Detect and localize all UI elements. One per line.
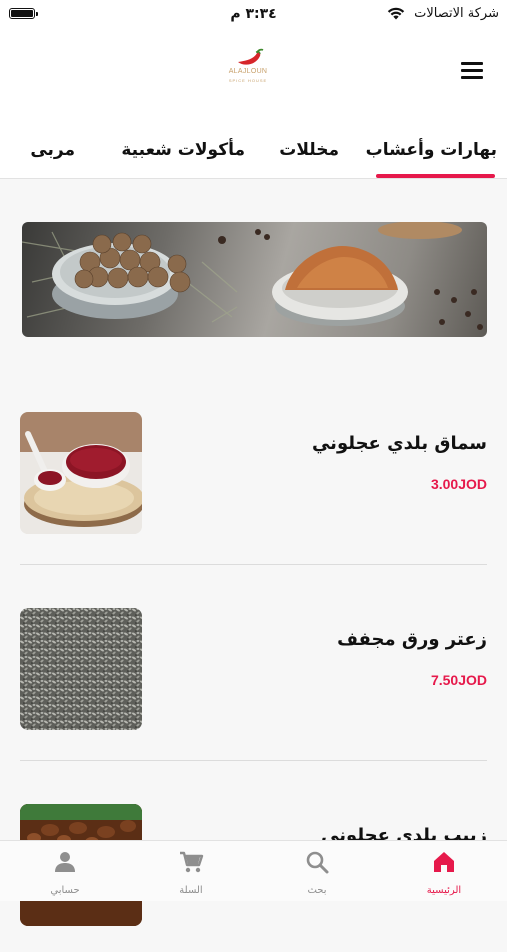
nav-label: حسابي [50,885,80,896]
nav-label: السلة [179,885,203,896]
brand-logo: ALAJLOUN SPICE HOUSE [224,48,272,88]
carrier-name: شركة الاتصالات [414,6,499,21]
home-icon [434,852,454,872]
category-tabs: بهارات وأعشاب مخللات مأكولات شعبية مربى [0,120,507,179]
banner-image [22,222,483,330]
thyme-image [20,608,142,730]
product-name: زعتر ورق مجفف [337,629,487,650]
bottom-nav: الرئيسية بحث السلة حسابي [0,840,507,901]
menu-icon[interactable] [461,62,483,79]
product-name: سماق بلدي عجلوني [311,433,487,454]
nav-label: الرئيسية [426,885,462,896]
app-header: ALAJLOUN SPICE HOUSE [0,30,507,120]
user-icon [55,852,75,872]
logo-text: ALAJLOUN [228,68,268,75]
tab-traditional-foods[interactable]: مأكولات شعبية [121,140,245,160]
product-card[interactable]: سماق بلدي عجلوني 3.00JOD [0,400,507,560]
list-divider [20,760,487,761]
nav-account[interactable]: حسابي [2,841,128,901]
list-divider [20,564,487,565]
product-card[interactable]: زعتر ورق مجفف 7.50JOD [0,596,507,756]
nav-cart[interactable]: السلة [128,841,254,901]
nav-label: بحث [307,885,327,896]
tab-jams[interactable]: مربى [30,140,75,160]
sumac-image [20,412,142,534]
wifi-icon [387,7,405,20]
tab-spices-herbs[interactable]: بهارات وأعشاب [366,140,497,160]
promo-banner[interactable] [22,222,487,337]
nav-search[interactable]: بحث [254,841,380,901]
product-image-sumac [20,412,142,534]
chili-icon [238,48,264,65]
cart-icon [180,851,204,873]
product-price: 3.00JOD [430,476,487,492]
tab-pickles[interactable]: مخللات [279,140,339,160]
nav-home[interactable]: الرئيسية [381,841,507,901]
search-icon [306,851,329,874]
product-image-thyme [20,608,142,730]
active-tab-indicator [376,174,495,178]
product-price: 7.50JOD [430,672,487,688]
logo-subtext: SPICE HOUSE [228,78,268,83]
status-bar: ٣:٣٤ م شركة الاتصالات [0,0,507,30]
